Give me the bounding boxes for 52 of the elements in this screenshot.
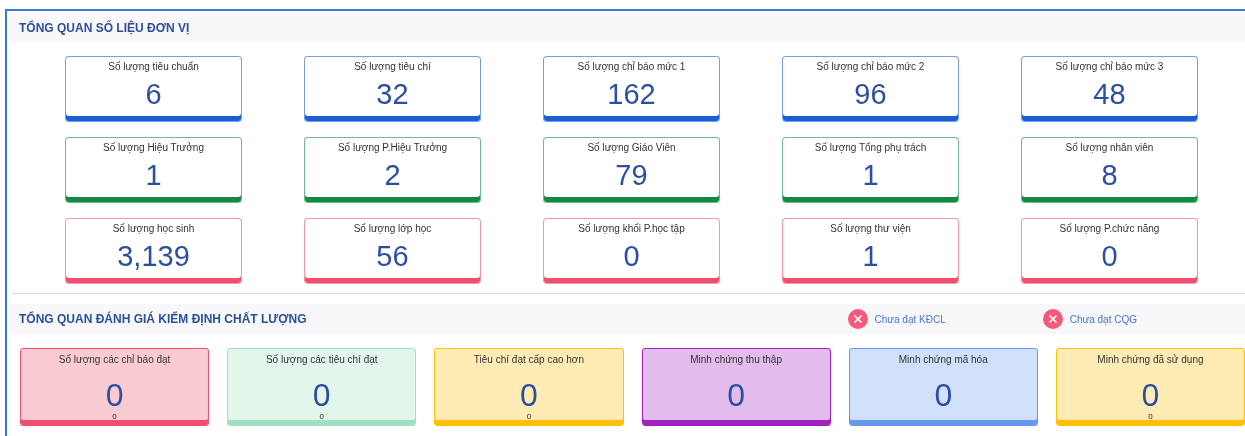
stat-value: 162: [607, 77, 656, 111]
stat-value: 1: [862, 158, 879, 192]
stat-value: 2: [384, 158, 401, 192]
stat-label: Số lượng chỉ báo mức 2: [816, 60, 925, 73]
status-label: Chưa đạt KĐCL: [874, 313, 946, 325]
stat-label: Số lượng chỉ báo mức 3: [1055, 60, 1164, 73]
stat-value: 0: [312, 378, 331, 412]
stat-label: Số lượng Hiệu Trưởng: [103, 141, 204, 154]
section-title: TỔNG QUAN SỐ LIỆU ĐƠN VỊ: [19, 21, 190, 35]
section-title: TỔNG QUAN ĐÁNH GIÁ KIỂM ĐỊNH CHẤT LƯỢNG: [19, 312, 307, 326]
stat-value: 96: [854, 77, 887, 111]
stat-label: Số lượng P.Hiệu Trưởng: [337, 141, 448, 154]
stat-value: 48: [1093, 77, 1126, 111]
stat-label: Số lượng học sinh: [112, 222, 195, 235]
stat-label: Số lượng chỉ báo mức 1: [577, 60, 686, 73]
close-icon: [847, 309, 868, 329]
stat-value: 0: [105, 378, 124, 412]
stat-label: Số lượng khối P.học tập: [578, 222, 685, 235]
stat-subvalue: 0: [112, 412, 117, 422]
stat-label: Minh chứng mã hóa: [898, 353, 988, 366]
stat-subvalue: 0: [1148, 412, 1153, 422]
stat-label: Số lượng tiêu chuẩn: [108, 60, 199, 73]
stat-label: Minh chứng thu thập: [690, 353, 782, 366]
stat-label: Số lượng P.chức năng: [1059, 222, 1160, 235]
status-label: Chưa đạt CQG: [1069, 313, 1137, 325]
stat-value: 8: [1101, 158, 1118, 192]
stat-value: 1: [145, 158, 162, 192]
stat-label: Số lượng các tiêu chí đạt: [265, 353, 378, 366]
stat-value: 32: [376, 77, 409, 111]
stat-value: 0: [1101, 239, 1118, 273]
stat-label: Số lượng các chỉ báo đạt: [58, 353, 171, 366]
stat-value: 56: [376, 239, 409, 273]
stat-label: Số lượng thư viện: [830, 222, 911, 235]
stat-label: Minh chứng đã sử dụng: [1097, 353, 1204, 366]
stat-label: Số lượng tiêu chí: [354, 60, 431, 73]
stat-value: 0: [934, 378, 953, 412]
stat-value: 1: [862, 239, 879, 273]
stat-label: Số lượng Tổng phụ trách: [814, 141, 927, 154]
stat-value: 0: [520, 378, 538, 412]
stat-value: 79: [615, 158, 648, 192]
stat-subvalue: 0: [526, 412, 532, 422]
stat-value: 3,139: [117, 239, 190, 273]
stat-label: Số lượng nhân viên: [1065, 141, 1154, 154]
stat-label: Tiêu chí đạt cấp cao hơn: [473, 353, 584, 366]
stat-subvalue: 0: [319, 412, 324, 422]
stat-value: 0: [1141, 378, 1160, 412]
stat-label: Số lượng Giáo Viên: [587, 141, 676, 154]
stat-value: 0: [623, 239, 640, 273]
stat-value: 6: [145, 77, 162, 111]
stat-label: Số lượng lớp học: [353, 222, 432, 235]
close-icon: [1042, 309, 1063, 329]
stat-value: 0: [727, 378, 745, 412]
